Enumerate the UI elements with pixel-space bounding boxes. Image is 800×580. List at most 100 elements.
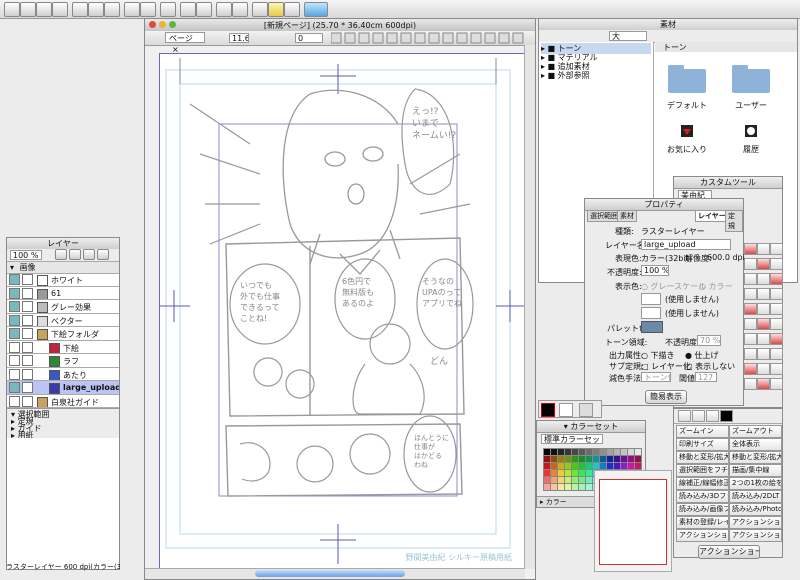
custom-tool-icon[interactable]	[770, 348, 783, 360]
layer-row[interactable]: ベクター	[7, 314, 119, 327]
custom-tool-icon[interactable]	[770, 378, 783, 390]
action-icon-2[interactable]	[692, 410, 705, 422]
save-as-icon[interactable]	[52, 2, 68, 17]
palette-swatch[interactable]	[641, 321, 663, 333]
layer-lock-icon[interactable]	[22, 382, 33, 393]
action-item[interactable]: ズームイン	[676, 425, 729, 438]
layerize-check[interactable]: □ レイヤー化	[641, 361, 691, 372]
action-item[interactable]: 移動と変形/拡大・	[676, 451, 729, 464]
custom-tool-icon[interactable]	[757, 333, 770, 345]
custom-tool-icon[interactable]	[744, 378, 757, 390]
finish-radio[interactable]: ● 仕上げ	[685, 350, 719, 361]
action-item[interactable]: 読み込み/3Dファイ	[676, 490, 729, 503]
custom-tool-icon[interactable]	[757, 303, 770, 315]
material-folder-default[interactable]: デフォルト	[657, 59, 717, 129]
layer-name-field[interactable]: large_upload	[641, 239, 731, 250]
delete-layer-icon[interactable]	[83, 249, 95, 260]
layer-visibility-icon[interactable]	[9, 355, 20, 366]
custom-tool-icon[interactable]	[757, 243, 770, 255]
action-item[interactable]: 移動と変形/拡大・	[729, 451, 782, 464]
window-icon[interactable]	[216, 2, 232, 17]
reduce-select[interactable]: トーン化	[641, 372, 671, 382]
layer-lock-icon[interactable]	[22, 341, 33, 353]
custom-tool-icon[interactable]	[744, 318, 757, 330]
action-item[interactable]: 線補正/線幅修正	[676, 477, 729, 490]
custom-tool-icon[interactable]	[744, 258, 757, 270]
material-favorites[interactable]: お気に入り	[657, 123, 717, 163]
window-tile-icon[interactable]	[232, 2, 248, 17]
action-item[interactable]: 全体表示	[729, 438, 782, 451]
custom-tool-icon[interactable]	[770, 243, 783, 255]
horizontal-scrollbar[interactable]	[145, 568, 525, 579]
layer-row[interactable]: 白泉社ガイド	[7, 395, 119, 408]
layer-row[interactable]: 61	[7, 287, 119, 300]
custom-tool-icon[interactable]	[744, 363, 757, 375]
action-item[interactable]: アクションショート	[729, 516, 782, 529]
tab-page[interactable]: ページ ×	[165, 32, 205, 54]
custom-tool-icon[interactable]	[770, 258, 783, 270]
action-item[interactable]: 選択範囲をフチ取り	[676, 464, 729, 477]
layer-visibility-icon[interactable]	[9, 395, 20, 407]
layer-visibility-icon[interactable]	[9, 274, 20, 285]
layer-lock-icon[interactable]	[22, 368, 33, 380]
layer-lock-icon[interactable]	[22, 287, 33, 299]
custom-tool-icon[interactable]	[757, 363, 770, 375]
layer-visibility-icon[interactable]	[9, 301, 20, 312]
foreground-swatch[interactable]	[541, 403, 555, 417]
layer-lock-icon[interactable]	[22, 314, 33, 326]
action-item[interactable]: 読み込み/2DLT	[729, 490, 782, 503]
action-item[interactable]: アクションショート	[729, 529, 782, 542]
material-size-select[interactable]: 大	[609, 31, 647, 41]
canvas-tool-icons[interactable]	[331, 32, 531, 44]
custom-tool-icon[interactable]	[757, 378, 770, 390]
layer-row[interactable]: ホワイト	[7, 273, 119, 287]
action-item[interactable]: 2つの1枚の絵を	[729, 477, 782, 490]
new-icon[interactable]	[4, 2, 20, 17]
layer-visibility-icon[interactable]	[9, 287, 20, 299]
transparent-swatch[interactable]	[579, 403, 593, 417]
color-set-select[interactable]: 標準カラーセット	[541, 434, 603, 444]
property-icon[interactable]	[284, 2, 300, 17]
vertical-scrollbar[interactable]	[524, 45, 535, 569]
redo-icon[interactable]	[140, 2, 156, 17]
layer-row[interactable]: あたり	[7, 368, 119, 381]
view-double-icon[interactable]	[196, 2, 212, 17]
layer-lock-icon[interactable]	[22, 328, 33, 339]
custom-tool-icon[interactable]	[757, 273, 770, 285]
cut-icon[interactable]	[72, 2, 88, 17]
grayscale-radio[interactable]: ○ グレースケール	[641, 281, 706, 292]
action-icon-1[interactable]	[678, 410, 691, 422]
rotation-field[interactable]: 0	[295, 33, 323, 43]
action-item[interactable]: ズームアウト	[729, 425, 782, 438]
layer-row[interactable]: 下絵フォルダ	[7, 327, 119, 341]
copy-icon[interactable]	[88, 2, 104, 17]
custom-tool-icon[interactable]	[744, 243, 757, 255]
layer-row[interactable]: ラフ	[7, 354, 119, 368]
opacity-field[interactable]: 100 %	[641, 265, 669, 276]
layer-visibility-icon[interactable]	[9, 368, 20, 380]
layer-lock-icon[interactable]	[22, 274, 33, 285]
action-footer-button[interactable]: アクションショート	[698, 545, 760, 559]
layer-lock-icon[interactable]	[22, 355, 33, 366]
tab-selection[interactable]: 選択範囲	[587, 210, 621, 222]
custom-tool-icon[interactable]	[757, 318, 770, 330]
tab-layer[interactable]: レイヤー	[695, 210, 729, 222]
layer-lock-icon[interactable]	[22, 395, 33, 407]
custom-tool-icon[interactable]	[770, 318, 783, 330]
undo-icon[interactable]	[124, 2, 140, 17]
custom-tool-icon[interactable]	[744, 333, 757, 345]
layer-visibility-icon[interactable]	[9, 382, 20, 393]
save-icon[interactable]	[36, 2, 52, 17]
custom-tool-icon[interactable]	[770, 333, 783, 345]
custom-tool-icon[interactable]	[770, 303, 783, 315]
layer-row[interactable]: large_upload	[7, 381, 119, 395]
custom-tool-icon[interactable]	[770, 273, 783, 285]
new-layer-icon[interactable]	[55, 249, 67, 260]
material-folder-user[interactable]: ユーザー	[721, 59, 781, 129]
new-folder-icon[interactable]	[69, 249, 81, 260]
tone-opacity-field[interactable]: 70 %	[697, 335, 721, 346]
group-expand-icon[interactable]: ▾	[10, 263, 14, 272]
action-item[interactable]: 素材の登録/レイヤ	[676, 516, 729, 529]
action-icon-4[interactable]	[720, 410, 733, 422]
background-swatch[interactable]	[559, 403, 573, 417]
